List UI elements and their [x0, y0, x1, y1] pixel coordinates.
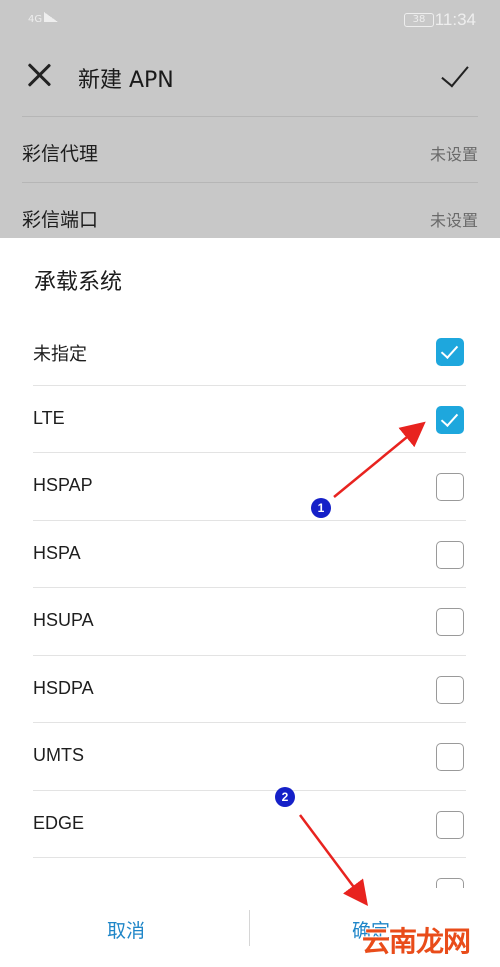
- option-label: EDGE: [33, 812, 85, 833]
- confirm-button[interactable]: 确定: [352, 916, 390, 943]
- status-time: 11:34: [434, 10, 476, 29]
- background-screen: 4G 38 11:34 新建 APN 彩信代理 未设置 彩信端口 未设置: [0, 0, 500, 238]
- setting-row-mms-proxy[interactable]: 彩信代理 未设置: [22, 116, 478, 182]
- setting-label: 彩信端口: [22, 209, 99, 231]
- status-bar: 4G 38 11:34: [0, 0, 500, 40]
- option-edge[interactable]: EDGE: [33, 791, 466, 858]
- checkbox[interactable]: [436, 608, 464, 636]
- close-icon[interactable]: [24, 60, 54, 90]
- option-label: HSPAP: [33, 475, 93, 495]
- checkbox[interactable]: [436, 540, 464, 569]
- network-type: 4G: [28, 14, 43, 25]
- checkbox[interactable]: [436, 743, 464, 771]
- signal-icon: 4G: [28, 12, 59, 25]
- option-label: HSDPA: [33, 677, 94, 698]
- cancel-button[interactable]: 取消: [107, 916, 145, 943]
- checkbox[interactable]: [436, 473, 464, 501]
- checkbox[interactable]: [436, 675, 464, 704]
- option-list: 未指定 LTE HSPAP HSPA HSUPA HSDPA UMTS EDGE: [33, 318, 466, 888]
- option-label: HSPA: [33, 542, 81, 563]
- setting-value: 未设置: [429, 145, 478, 164]
- option-partial[interactable]: [33, 858, 466, 888]
- checkbox-checked[interactable]: [436, 338, 464, 366]
- app-bar: 新建 APN: [0, 40, 500, 112]
- option-label: HSUPA: [33, 610, 94, 630]
- footer-divider: [249, 910, 250, 946]
- battery-level: 38: [412, 14, 426, 25]
- battery-icon: 38: [404, 13, 434, 27]
- option-unspecified[interactable]: 未指定: [33, 318, 466, 386]
- setting-label: 彩信代理: [22, 143, 99, 165]
- checkbox[interactable]: [436, 878, 464, 888]
- option-umts[interactable]: UMTS: [33, 723, 466, 791]
- checkbox-checked[interactable]: [436, 405, 464, 434]
- option-hspa[interactable]: HSPA: [33, 521, 466, 588]
- page-title: 新建 APN: [78, 68, 174, 93]
- bearer-dialog: 承载系统 未指定 LTE HSPAP HSPA HSUPA HSDPA UMTS: [0, 238, 500, 967]
- option-lte[interactable]: LTE: [33, 386, 466, 453]
- setting-value: 未设置: [429, 211, 478, 230]
- save-check-icon[interactable]: [442, 62, 474, 88]
- option-label: UMTS: [33, 745, 84, 765]
- option-hsdpa[interactable]: HSDPA: [33, 656, 466, 723]
- dialog-footer: 取消 确定: [0, 898, 500, 967]
- option-label: LTE: [33, 407, 65, 428]
- option-hsupa[interactable]: HSUPA: [33, 588, 466, 656]
- dialog-title: 承载系统: [34, 270, 123, 295]
- option-label: 未指定: [33, 344, 87, 365]
- option-hspap[interactable]: HSPAP: [33, 453, 466, 521]
- checkbox[interactable]: [436, 810, 464, 839]
